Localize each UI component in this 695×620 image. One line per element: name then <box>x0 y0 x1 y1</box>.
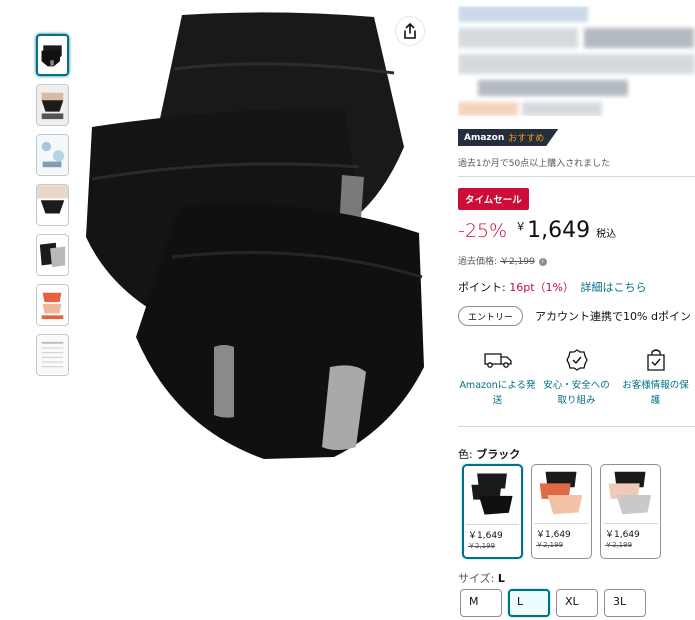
points-row: ポイント: 16pt（1%） 詳細はこちら <box>458 279 646 295</box>
dpoint-entry-row: エントリー アカウント連携で10% dポイン <box>458 306 691 326</box>
size-option-3l[interactable]: 3L <box>604 589 646 617</box>
purchase-count-text: 過去1か月で50点以上購入されました <box>458 159 611 169</box>
time-sale-badge: タイムセール <box>458 188 529 210</box>
safety-badge-icon <box>557 345 597 375</box>
currency-symbol: ￥ <box>515 220 527 233</box>
points-label: ポイント: <box>458 281 506 294</box>
feature-label-line1: お客様情報の保 <box>622 380 689 391</box>
points-value: 16pt（1%） <box>509 281 574 294</box>
thumbnail-strip <box>36 34 72 384</box>
badge-brand: Amazon <box>464 132 505 143</box>
feature-label-line2: 取り組み <box>557 395 596 406</box>
thumbnail-model[interactable] <box>36 84 69 126</box>
feature-label-line1: Amazonによる発 <box>459 380 536 391</box>
thumbnail-image <box>37 235 68 275</box>
swatch-image <box>601 465 660 523</box>
swatch-black[interactable]: ￥1,649 ￥2,199 <box>462 464 523 559</box>
swatch-image <box>464 467 521 523</box>
past-price-label: 過去価格: <box>458 257 498 267</box>
swatch-price: ￥1,649 <box>536 530 571 540</box>
swatch-old-price: ￥2,199 <box>536 541 564 549</box>
size-label-prefix: サイズ: <box>458 572 495 585</box>
delivery-truck-icon <box>478 345 518 375</box>
swatch-old-price: ￥2,199 <box>605 541 633 549</box>
feature-privacy[interactable]: お客様情報の保 護 <box>616 345 695 408</box>
swatch-image <box>532 465 591 523</box>
color-label-prefix: 色: <box>458 448 473 461</box>
feature-safety[interactable]: 安心・安全への 取り組み <box>537 345 616 408</box>
thumbnail-image <box>37 85 68 125</box>
swatch-beige-mix[interactable]: ￥1,649 ￥2,199 <box>600 464 661 559</box>
tax-included-label: 税込 <box>596 229 617 240</box>
blurred-product-title <box>458 6 695 116</box>
feature-icons: Amazonによる発 送 安心・安全への 取り組み お客様情報の保 護 <box>458 345 695 408</box>
feature-label-line2: 送 <box>492 395 503 406</box>
divider <box>458 176 695 177</box>
past-price: 過去価格: ￥2,199 i <box>458 254 547 267</box>
size-option-l[interactable]: L <box>508 589 550 617</box>
thumbnail-worn[interactable] <box>36 184 69 226</box>
points-details-link[interactable]: 詳細はこちら <box>580 281 646 294</box>
dpoint-promo-text: アカウント連携で10% dポイン <box>535 310 691 323</box>
info-icon[interactable]: i <box>538 257 547 266</box>
color-swatches: ￥1,649 ￥2,199 ￥1,649 ￥2,199 ￥1,649 ￥2,19… <box>462 464 669 559</box>
past-price-value: ￥2,199 <box>500 257 535 267</box>
thumbnail-gray-layer[interactable] <box>36 234 69 276</box>
selected-size: L <box>497 572 505 585</box>
thumbnail-orange-pack[interactable] <box>36 284 69 326</box>
price-value: 1,649 <box>527 218 591 243</box>
size-option-xl[interactable]: XL <box>556 589 598 617</box>
thumbnail-image <box>38 36 67 74</box>
size-options: M L XL 3L <box>460 589 652 617</box>
swatch-price: ￥1,649 <box>605 530 640 540</box>
thumbnail-detail[interactable] <box>36 134 69 176</box>
privacy-bag-icon <box>636 345 676 375</box>
color-label: 色: ブラック <box>458 446 520 462</box>
thumbnail-size-chart[interactable] <box>36 334 69 376</box>
size-option-m[interactable]: M <box>460 589 502 617</box>
feature-label-line1: 安心・安全への <box>543 380 610 391</box>
swatch-price: ￥1,649 <box>468 531 503 541</box>
selected-color: ブラック <box>476 448 521 461</box>
price-row: -25% ￥ 1,649 税込 <box>458 218 616 243</box>
thumbnail-image <box>37 335 68 375</box>
swatch-old-price: ￥2,199 <box>468 542 496 550</box>
product-photo <box>74 7 434 472</box>
main-product-image[interactable] <box>74 7 434 472</box>
size-label: サイズ: L <box>458 570 505 586</box>
thumbnail-image <box>37 135 68 175</box>
feature-amazon-shipping[interactable]: Amazonによる発 送 <box>458 345 537 408</box>
share-button[interactable] <box>396 17 424 45</box>
thumbnail-image <box>37 185 68 225</box>
discount-percent: -25% <box>458 220 508 242</box>
thumbnail-image <box>37 285 68 325</box>
amazon-choice-badge: Amazon おすすめ <box>458 129 559 146</box>
share-icon <box>404 23 416 39</box>
feature-label-line2: 護 <box>650 395 661 406</box>
entry-button[interactable]: エントリー <box>458 306 524 326</box>
swatch-orange-mix[interactable]: ￥1,649 ￥2,199 <box>531 464 592 559</box>
badge-choice: おすすめ <box>508 134 545 144</box>
divider <box>458 426 695 427</box>
thumbnail-black-3pack[interactable] <box>36 34 69 76</box>
